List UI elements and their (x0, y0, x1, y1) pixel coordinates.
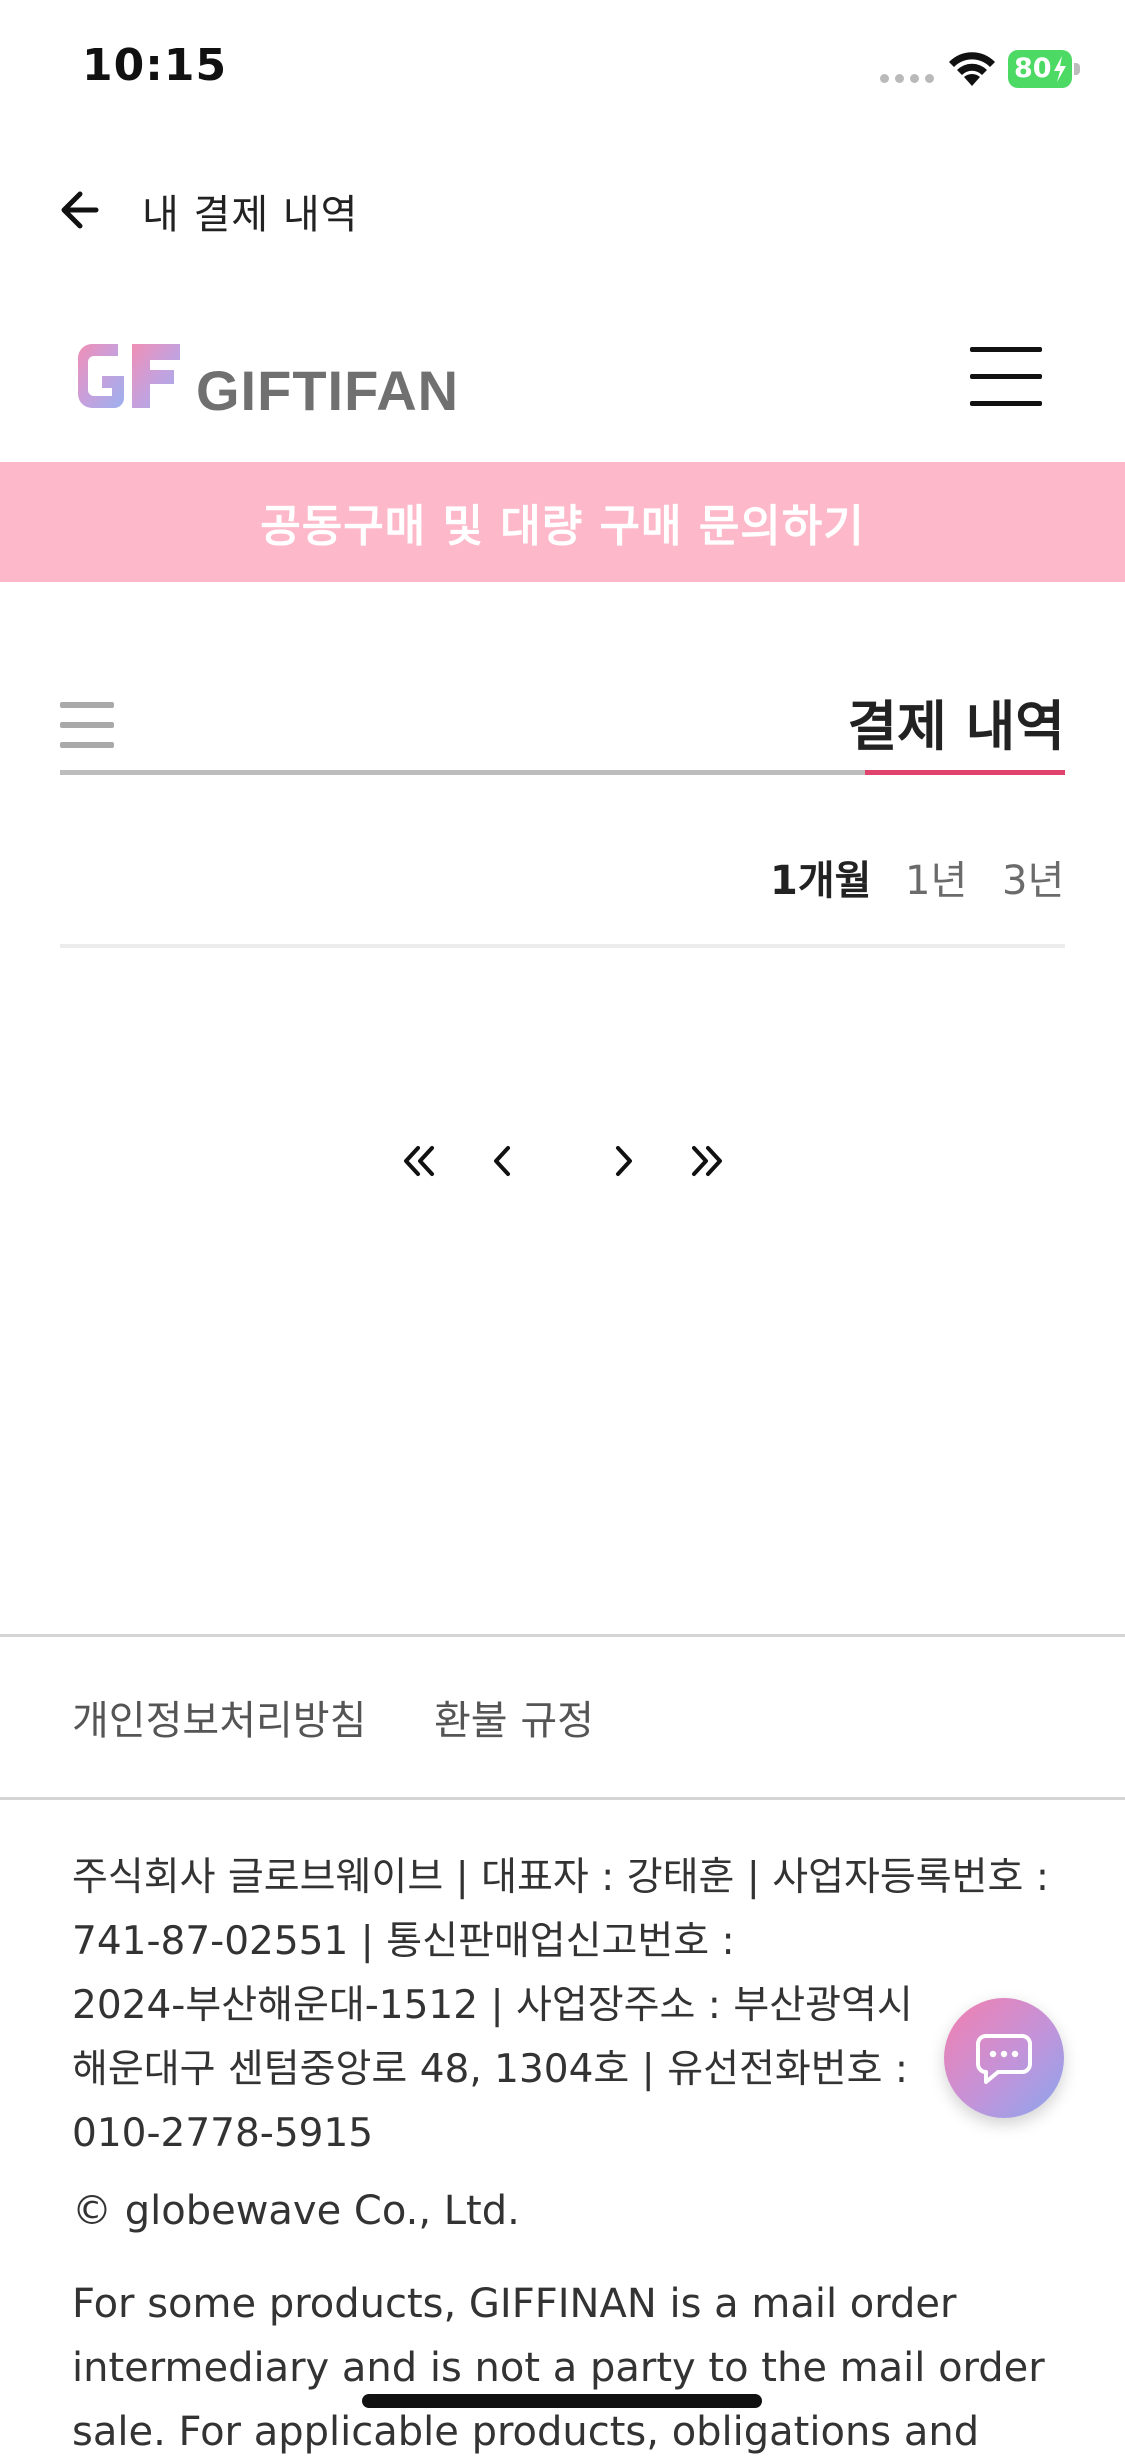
cellular-signal-icon (880, 74, 936, 86)
menu-button[interactable] (970, 345, 1046, 406)
disclaimer-line: sale. For applicable products, obligatio… (72, 2409, 980, 2455)
bulk-order-banner[interactable]: 공동구매 및 대량 구매 문의하기 (0, 462, 1125, 582)
footer-links: 개인정보처리방침 환불 규정 (72, 1688, 1072, 1748)
footer-divider-top (0, 1634, 1125, 1637)
period-filter: 1개월 1년 3년 (60, 848, 1065, 908)
refund-policy-link[interactable]: 환불 규정 (434, 1688, 594, 1746)
period-option-3-years[interactable]: 3년 (1002, 848, 1064, 906)
chat-bubble-icon (976, 2034, 1032, 2084)
logo-text: GIFTIFAN (196, 359, 460, 422)
filter-divider (60, 944, 1065, 948)
period-option-1-month[interactable]: 1개월 (770, 848, 871, 906)
banner-text: 공동구매 및 대량 구매 문의하기 (260, 501, 865, 552)
first-page-button[interactable] (394, 1132, 444, 1190)
arrow-left-icon (61, 191, 99, 229)
status-bar: 10:15 80 (0, 0, 1125, 140)
status-time: 10:15 (82, 40, 228, 91)
chat-button[interactable] (944, 1998, 1064, 2118)
next-page-button[interactable] (598, 1132, 648, 1190)
site-logo[interactable]: GIFTIFAN (70, 330, 458, 430)
site-header: GIFTIFAN (0, 310, 1125, 460)
page-title: 결제 내역 (847, 695, 1065, 758)
nav-header: 내 결제 내역 (0, 160, 1125, 260)
chevron-right-icon (616, 1146, 632, 1176)
disclaimer-line: intermediary and is not a party to the m… (72, 2345, 1045, 2391)
back-button[interactable] (52, 180, 112, 240)
active-tab-indicator (865, 770, 1065, 775)
company-info-line: 해운대구 센텀중앙로 48, 1304호 | 유선전화번호 : (72, 2047, 909, 2092)
hamburger-icon (970, 347, 1042, 352)
chevron-left-icon (494, 1146, 510, 1176)
list-icon[interactable] (60, 702, 114, 750)
company-info: 주식회사 글로브웨이브 | 대표자 : 강태훈 | 사업자등록번호 : 741-… (72, 1846, 1072, 2166)
footer-divider-bottom (0, 1797, 1125, 1800)
company-info-line: 2024-부산해운대-1512 | 사업장주소 : 부산광역시 (72, 1983, 913, 2028)
payment-history-section: 결제 내역 (60, 660, 1065, 780)
pagination (0, 1132, 1125, 1192)
copyright: © globewave Co., Ltd. (72, 2188, 520, 2234)
period-option-1-year[interactable]: 1년 (905, 848, 967, 906)
company-info-line: 741-87-02551 | 통신판매업신고번호 : (72, 1919, 735, 1964)
privacy-policy-link[interactable]: 개인정보처리방침 (72, 1688, 366, 1746)
company-info-line: 주식회사 글로브웨이브 | 대표자 : 강태훈 | 사업자등록번호 : (72, 1855, 1049, 1900)
prev-page-button[interactable] (478, 1132, 528, 1190)
nav-title: 내 결제 내역 (142, 192, 359, 238)
double-chevron-right-icon (692, 1146, 722, 1176)
wifi-icon (949, 52, 995, 86)
battery-icon: 80 (1008, 50, 1082, 88)
company-info-line: 010-2778-5915 (72, 2111, 374, 2156)
logo-mark-icon (78, 344, 180, 408)
disclaimer: For some products, GIFFINAN is a mail or… (72, 2272, 1072, 2464)
double-chevron-left-icon (404, 1146, 434, 1176)
last-page-button[interactable] (682, 1132, 732, 1190)
home-indicator[interactable] (362, 2394, 762, 2408)
disclaimer-line: For some products, GIFFINAN is a mail or… (72, 2281, 957, 2327)
